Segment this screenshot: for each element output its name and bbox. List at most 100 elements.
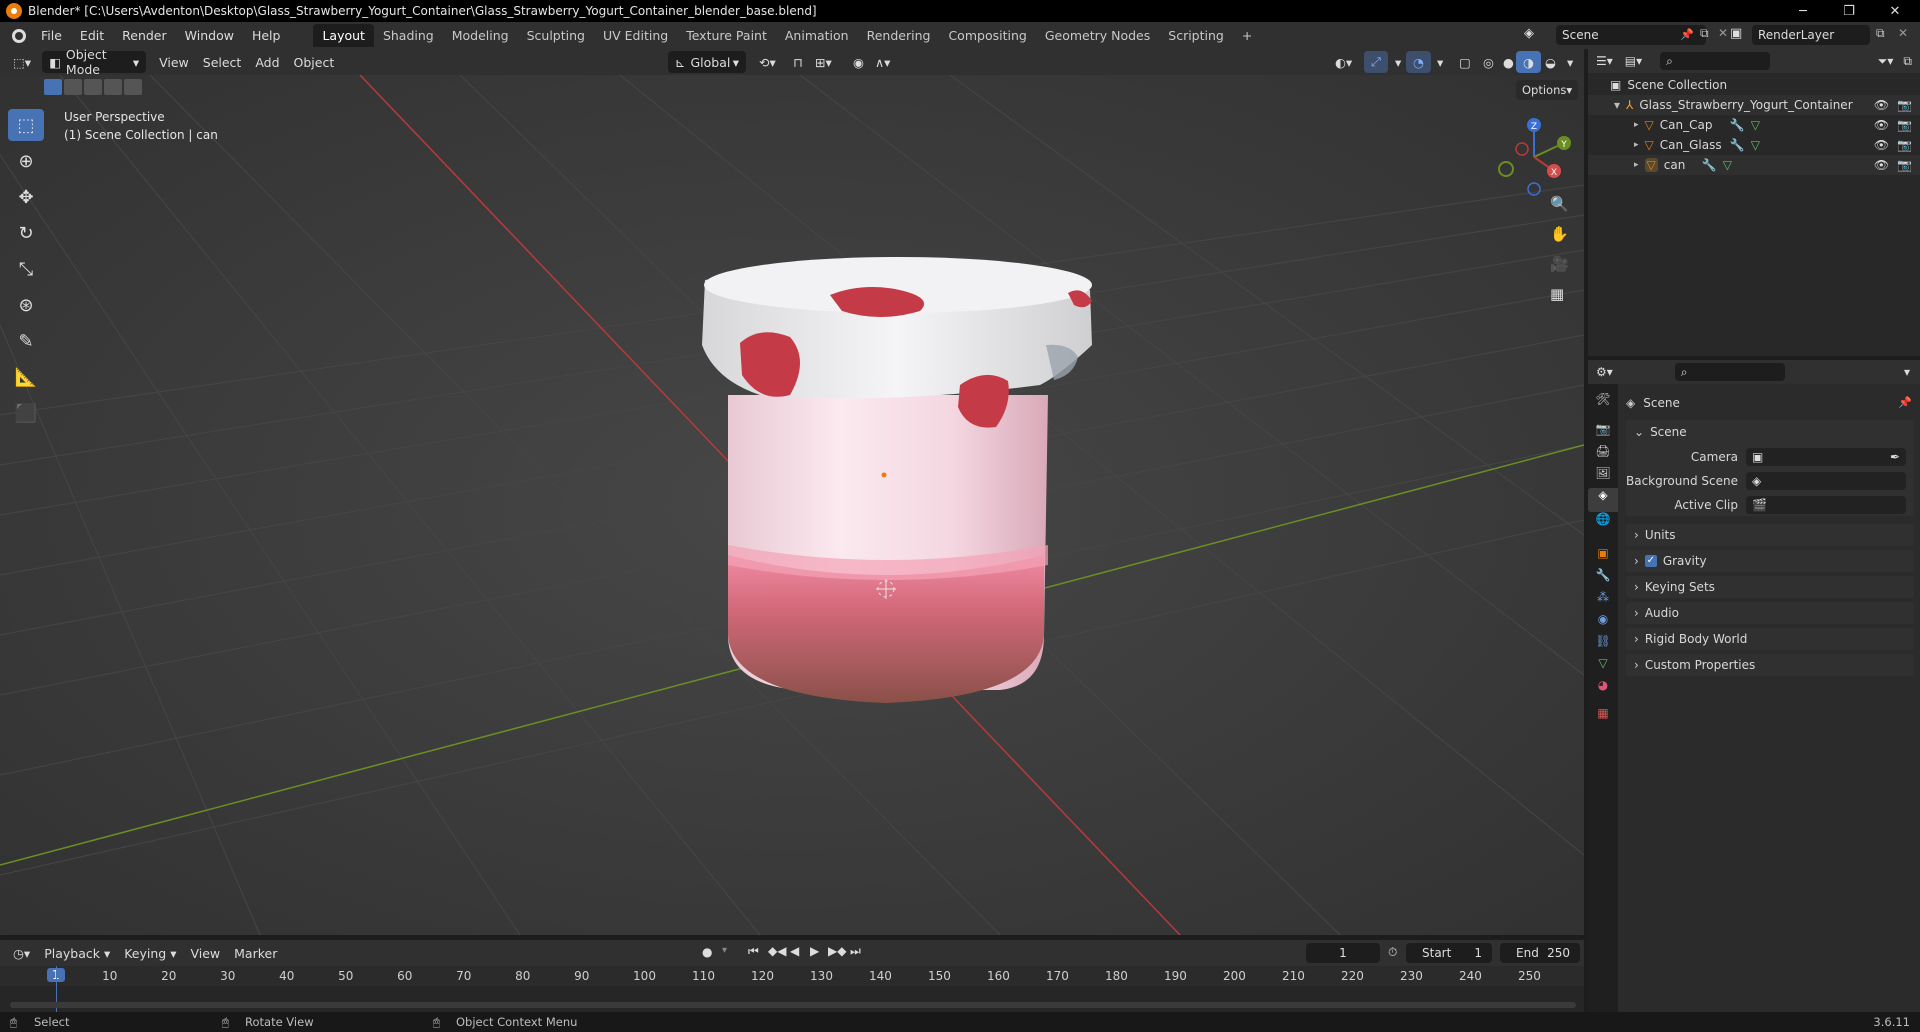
perspective-toggle-icon[interactable]: ▦: [1550, 285, 1564, 303]
gravity-checkbox[interactable]: ✓: [1644, 555, 1657, 567]
menu-keying[interactable]: Keying ▾: [117, 942, 183, 964]
visibility-eye-icon[interactable]: 👁: [1874, 118, 1889, 132]
new-view-layer-icon[interactable]: ⧉: [1876, 26, 1885, 41]
rotate-tool-icon[interactable]: ↻: [8, 217, 44, 249]
render-camera-icon[interactable]: 📷: [1897, 98, 1912, 112]
workspace-tab-geometry-nodes[interactable]: Geometry Nodes: [1036, 24, 1159, 47]
outliner-row-object[interactable]: ▸ ▽ Can_Glass 🔧 ▽ 👁 📷: [1588, 135, 1920, 155]
filter-icon[interactable]: ⏷▾: [1878, 54, 1894, 69]
visibility-eye-icon[interactable]: 👁: [1874, 138, 1889, 152]
menu-marker[interactable]: Marker: [227, 942, 284, 964]
outliner-search-input[interactable]: ⌕: [1660, 52, 1771, 70]
menu-help[interactable]: Help: [243, 28, 290, 43]
workspace-tab-scripting[interactable]: Scripting: [1159, 24, 1233, 47]
tab-tool-icon[interactable]: 🛠: [1588, 392, 1618, 414]
menu-select[interactable]: Select: [196, 51, 249, 73]
render-camera-icon[interactable]: 📷: [1897, 158, 1912, 172]
outliner-row-object[interactable]: ▸ ▽ Can_Cap 🔧 ▽ 👁 📷: [1588, 115, 1920, 135]
mode-dropdown[interactable]: ◧ Object Mode ▾: [42, 47, 147, 77]
tab-scene-icon[interactable]: ◈: [1588, 488, 1618, 512]
minimize-button[interactable]: ─: [1780, 0, 1826, 22]
blender-menu-icon[interactable]: [6, 26, 32, 46]
units-panel-header[interactable]: › Units: [1626, 524, 1914, 546]
outliner-row-scene-collection[interactable]: ▣ Scene Collection: [1588, 75, 1920, 95]
scene-selector-icon[interactable]: ◈: [1524, 26, 1546, 46]
gizmo-toggle-icon[interactable]: ⤢: [1364, 51, 1389, 73]
audio-panel-header[interactable]: › Audio: [1626, 602, 1914, 624]
pin-icon[interactable]: 📌: [1898, 396, 1912, 409]
new-scene-icon[interactable]: ⧉: [1700, 26, 1709, 41]
render-camera-icon[interactable]: 📷: [1897, 118, 1912, 132]
outliner-row-collection[interactable]: ▾ ⅄ Glass_Strawberry_Yogurt_Container 👁 …: [1588, 95, 1920, 115]
expand-arrow-icon[interactable]: ▾: [1614, 98, 1620, 112]
tab-particles-icon[interactable]: ⁂: [1588, 590, 1618, 612]
play-reverse-icon[interactable]: ◀: [790, 944, 799, 958]
expand-arrow-icon[interactable]: ▸: [1634, 140, 1639, 150]
keying-sets-panel-header[interactable]: › Keying Sets: [1626, 576, 1914, 598]
workspace-tab-sculpting[interactable]: Sculpting: [518, 24, 594, 47]
select-box-tool-icon[interactable]: ⬚: [8, 109, 44, 141]
select-extend-icon[interactable]: [64, 79, 82, 95]
menu-playback[interactable]: Playback ▾: [37, 942, 117, 964]
navigation-gizmo[interactable]: Z Y X: [1492, 115, 1576, 199]
menu-object[interactable]: Object: [287, 51, 342, 73]
workspace-tab-rendering[interactable]: Rendering: [858, 24, 940, 47]
workspace-tab-layout[interactable]: Layout: [313, 24, 374, 47]
outliner-editor-icon[interactable]: ☰▾: [1596, 54, 1613, 68]
start-frame-field[interactable]: Start 1: [1406, 943, 1492, 963]
shading-dropdown-icon[interactable]: ▾: [1560, 51, 1580, 73]
select-new-icon[interactable]: [44, 79, 62, 95]
pivot-point-icon[interactable]: ⟲▾: [752, 51, 783, 73]
camera-field[interactable]: ▣ ✒: [1746, 448, 1906, 466]
xray-toggle-icon[interactable]: ▢: [1452, 51, 1478, 73]
select-intersect-icon[interactable]: [124, 79, 142, 95]
scene-section-header[interactable]: ⌄ Scene: [1626, 420, 1914, 444]
close-window-button[interactable]: ✕: [1872, 0, 1918, 22]
select-invert-icon[interactable]: [104, 79, 122, 95]
workspace-tab-compositing[interactable]: Compositing: [939, 24, 1035, 47]
scale-tool-icon[interactable]: ⤡: [8, 253, 44, 285]
properties-options-icon[interactable]: ▾: [1904, 365, 1910, 379]
camera-view-icon[interactable]: 🎥: [1550, 255, 1569, 273]
workspace-tab-shading[interactable]: Shading: [374, 24, 443, 47]
measure-tool-icon[interactable]: 📐: [8, 361, 44, 393]
pin-icon[interactable]: 📌: [1680, 28, 1694, 41]
tab-world-icon[interactable]: 🌐: [1588, 512, 1618, 534]
expand-arrow-icon[interactable]: ▸: [1634, 120, 1639, 130]
current-frame-field[interactable]: 1: [1306, 943, 1380, 963]
background-scene-field[interactable]: ◈: [1746, 472, 1906, 490]
eyedropper-icon[interactable]: ✒: [1890, 450, 1900, 464]
display-mode-icon[interactable]: ▤▾: [1625, 54, 1642, 68]
menu-view[interactable]: View: [152, 51, 196, 73]
tab-constraints-icon[interactable]: ⛓: [1588, 634, 1618, 656]
prev-keyframe-icon[interactable]: ◆◀: [768, 944, 786, 958]
timeline-editor-icon[interactable]: ◷▾: [6, 942, 37, 964]
falloff-icon[interactable]: ∧▾: [868, 51, 897, 73]
active-clip-field[interactable]: 🎬: [1746, 496, 1906, 514]
snap-icon[interactable]: ⊓: [786, 51, 810, 73]
rigid-body-world-panel-header[interactable]: › Rigid Body World: [1626, 628, 1914, 650]
expand-arrow-icon[interactable]: ▸: [1634, 160, 1639, 170]
tab-view-layer-icon[interactable]: 🖼: [1588, 466, 1618, 488]
workspace-tab-uv-editing[interactable]: UV Editing: [594, 24, 677, 47]
delete-view-layer-icon[interactable]: ✕: [1898, 26, 1908, 40]
transform-orientation-dropdown[interactable]: ⊾ Global ▾: [668, 51, 746, 73]
overlay-toggle-icon[interactable]: ◔: [1406, 51, 1431, 73]
pan-hand-icon[interactable]: ✋: [1550, 225, 1569, 243]
menu-window[interactable]: Window: [176, 28, 243, 43]
workspace-tab-modeling[interactable]: Modeling: [443, 24, 518, 47]
cursor-tool-icon[interactable]: ⊕: [8, 145, 44, 177]
menu-file[interactable]: File: [32, 28, 71, 43]
play-icon[interactable]: ▶: [810, 944, 819, 958]
add-cube-tool-icon[interactable]: ⬛: [8, 397, 44, 429]
visibility-eye-icon[interactable]: 👁: [1874, 158, 1889, 172]
timeline-scrollbar[interactable]: [10, 1002, 1576, 1008]
record-options-icon[interactable]: ▾: [722, 945, 727, 956]
visibility-eye-icon[interactable]: 👁: [1874, 98, 1889, 112]
properties-search-input[interactable]: ⌕: [1674, 363, 1785, 381]
tab-data-icon[interactable]: ▽: [1588, 656, 1618, 678]
select-subtract-icon[interactable]: [84, 79, 102, 95]
tab-object-icon[interactable]: ▣: [1588, 546, 1618, 568]
jump-start-icon[interactable]: ⏮: [748, 944, 759, 959]
end-frame-field[interactable]: End 250: [1500, 943, 1580, 963]
